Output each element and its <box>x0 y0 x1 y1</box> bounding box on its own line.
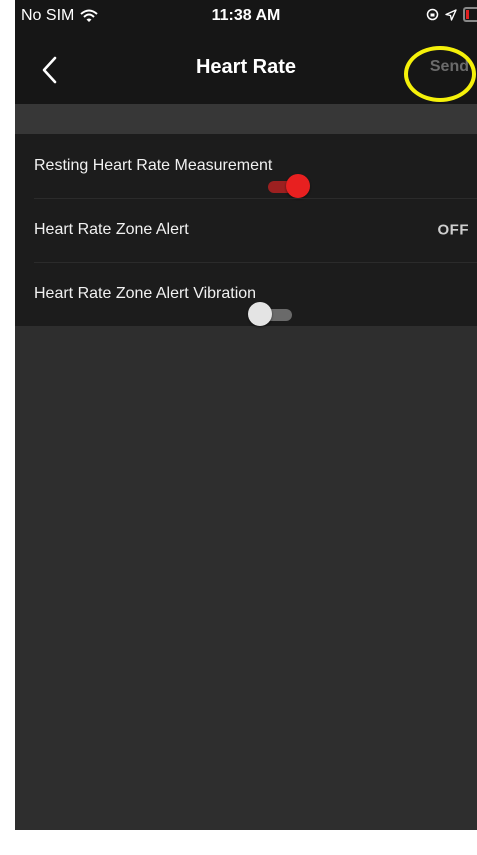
settings-list: Resting Heart Rate Measurement Heart Rat… <box>15 134 477 326</box>
setting-zone-alert-vibration: Heart Rate Zone Alert Vibration <box>15 262 477 326</box>
status-bar: No SIM 11:38 AM <box>15 0 477 34</box>
status-icons <box>426 7 477 22</box>
phone-screen: No SIM 11:38 AM Heart Rate Send Resting … <box>15 0 477 830</box>
location-icon <box>445 8 457 21</box>
setting-heart-rate-zone-alert[interactable]: Heart Rate Zone Alert OFF <box>15 198 477 262</box>
setting-label: Heart Rate Zone Alert <box>34 221 189 238</box>
zone-alert-vibration-toggle[interactable] <box>248 302 294 326</box>
section-spacer <box>15 104 477 134</box>
battery-icon <box>463 7 477 22</box>
resting-heart-rate-toggle[interactable] <box>264 174 311 198</box>
status-time: 11:38 AM <box>211 7 281 24</box>
zone-alert-value: OFF <box>437 221 469 239</box>
orientation-lock-icon <box>426 8 439 21</box>
toggle-knob <box>286 174 311 198</box>
setting-label: Heart Rate Zone Alert Vibration <box>34 285 257 302</box>
setting-label: Resting Heart Rate Measurement <box>34 157 273 174</box>
setting-resting-heart-rate: Resting Heart Rate Measurement <box>15 134 477 198</box>
page-title: Heart Rate <box>195 56 297 78</box>
send-button[interactable]: Send <box>430 58 469 76</box>
nav-bar: Heart Rate Send <box>15 34 477 104</box>
toggle-knob <box>248 302 273 326</box>
